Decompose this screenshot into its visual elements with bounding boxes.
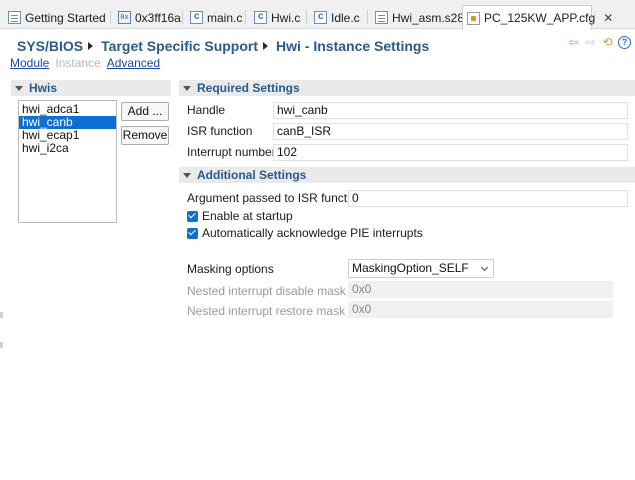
chevron-right-icon — [88, 42, 94, 50]
editor-tab-bar: Getting Started 0x 0x3ff16a main.c Hwi.c… — [0, 0, 635, 30]
remove-button[interactable]: Remove — [121, 126, 169, 145]
section-title: Required Settings — [197, 81, 300, 95]
asm-file-icon — [375, 11, 388, 24]
collapse-caret-icon — [183, 172, 191, 178]
hex-icon: 0x — [118, 11, 131, 24]
tab-label: Getting Started — [25, 10, 106, 25]
checkbox-label: Automatically acknowledge PIE interrupts — [202, 226, 423, 240]
handle-field[interactable]: hwi_canb — [273, 102, 628, 119]
doc-icon — [8, 11, 21, 24]
handle-label: Handle — [187, 103, 226, 117]
checkbox-checked-icon — [187, 227, 198, 239]
link-module[interactable]: Module — [10, 56, 49, 70]
tab-main-c[interactable]: main.c — [186, 6, 242, 29]
c-file-icon — [254, 11, 267, 24]
auto-ack-pie-checkbox[interactable]: Automatically acknowledge PIE interrupts — [187, 226, 423, 240]
tab-label: Idle.c — [331, 10, 360, 25]
disable-mask-label: Nested interrupt disable mask — [187, 284, 346, 298]
tab-getting-started[interactable]: Getting Started — [4, 6, 106, 29]
section-title: Additional Settings — [197, 168, 307, 182]
link-advanced[interactable]: Advanced — [107, 56, 160, 70]
tab-label: 0x3ff16a — [135, 10, 181, 25]
close-icon[interactable]: ✕ — [603, 11, 613, 25]
interrupt-number-label: Interrupt number — [187, 145, 276, 159]
tab-hwi-asm[interactable]: Hwi_asm.s28 — [371, 6, 464, 29]
view-links: Module Instance Advanced — [10, 56, 160, 70]
crumb-sysbios[interactable]: SYS/BIOS — [17, 38, 83, 54]
chevron-right-icon — [263, 42, 269, 50]
isr-function-field[interactable]: canB_ISR — [273, 123, 628, 140]
tab-label: Hwi.c — [271, 10, 301, 25]
tab-0x3ff16a[interactable]: 0x 0x3ff16a — [114, 6, 181, 29]
c-file-icon — [314, 11, 327, 24]
page-title: Hwi - Instance Settings — [276, 38, 430, 54]
header-toolbar: ⇦ ⇨ ⟲ ? — [567, 36, 631, 49]
argument-label: Argument passed to ISR function — [187, 191, 364, 205]
link-instance: Instance — [55, 56, 101, 70]
breadcrumb: SYS/BIOS Target Specific Support Hwi - I… — [17, 36, 429, 56]
required-settings-header[interactable]: Required Settings — [179, 80, 635, 96]
add-button[interactable]: Add ... — [121, 102, 169, 121]
tab-label: main.c — [207, 10, 243, 25]
section-title: Hwis — [29, 81, 58, 95]
c-file-icon — [190, 11, 203, 24]
collapse-caret-icon — [183, 85, 191, 91]
forward-arrow-icon[interactable]: ⇨ — [584, 36, 597, 49]
select-value: MaskingOption_SELF — [352, 261, 469, 275]
sash-handle[interactable] — [0, 312, 3, 318]
chevron-down-icon — [480, 263, 489, 272]
restore-mask-label: Nested interrupt restore mask — [187, 304, 346, 318]
tab-pc-125kw-app-cfg[interactable]: PC_125KW_APP.cfg ✕ — [462, 5, 613, 30]
checkbox-label: Enable at startup — [202, 209, 293, 223]
cfg-file-icon — [467, 11, 480, 25]
back-arrow-icon[interactable]: ⇦ — [567, 36, 580, 49]
restore-mask-field: 0x0 — [348, 301, 613, 318]
additional-settings-header[interactable]: Additional Settings — [179, 167, 635, 183]
hwis-section-header[interactable]: Hwis — [11, 80, 171, 96]
enable-at-startup-checkbox[interactable]: Enable at startup — [187, 209, 293, 223]
help-icon[interactable]: ? — [618, 36, 631, 49]
crumb-target-support[interactable]: Target Specific Support — [101, 38, 258, 54]
collapse-caret-icon — [15, 85, 23, 91]
refresh-icon[interactable]: ⟲ — [601, 36, 614, 49]
checkbox-checked-icon — [187, 210, 198, 222]
masking-options-select[interactable]: MaskingOption_SELF — [348, 259, 494, 278]
disable-mask-field: 0x0 — [348, 281, 613, 298]
sash-handle[interactable] — [0, 342, 3, 348]
tab-label: Hwi_asm.s28 — [392, 10, 465, 25]
list-item[interactable]: hwi_i2ca — [19, 142, 116, 155]
tab-hwi-c[interactable]: Hwi.c — [250, 6, 300, 29]
tab-idle-c[interactable]: Idle.c — [310, 6, 360, 29]
masking-options-label: Masking options — [187, 262, 274, 276]
isr-function-label: ISR function — [187, 124, 253, 138]
argument-field[interactable]: 0 — [348, 190, 628, 207]
interrupt-number-field[interactable]: 102 — [273, 144, 628, 161]
tab-label: PC_125KW_APP.cfg — [484, 11, 596, 25]
hwi-list[interactable]: hwi_adca1 hwi_canb hwi_ecap1 hwi_i2ca — [18, 100, 117, 223]
